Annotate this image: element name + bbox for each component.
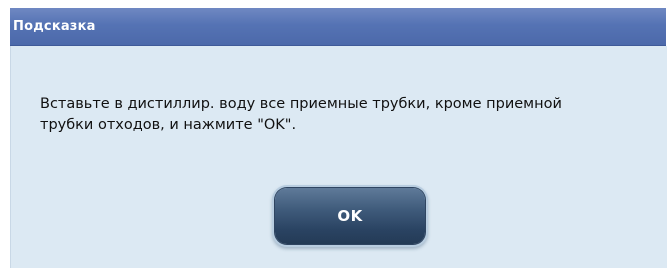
dialog-titlebar: Подсказка <box>10 8 666 46</box>
ok-button-label: OK <box>337 207 363 225</box>
dialog-body: Вставьте в дистиллир. воду все приемные … <box>10 46 667 268</box>
dialog-message: Вставьте в дистиллир. воду все приемные … <box>40 96 562 133</box>
dialog-title: Подсказка <box>13 19 96 34</box>
ok-button[interactable]: OK <box>275 188 425 244</box>
prompt-dialog: Подсказка Вставьте в дистиллир. воду все… <box>0 0 672 268</box>
